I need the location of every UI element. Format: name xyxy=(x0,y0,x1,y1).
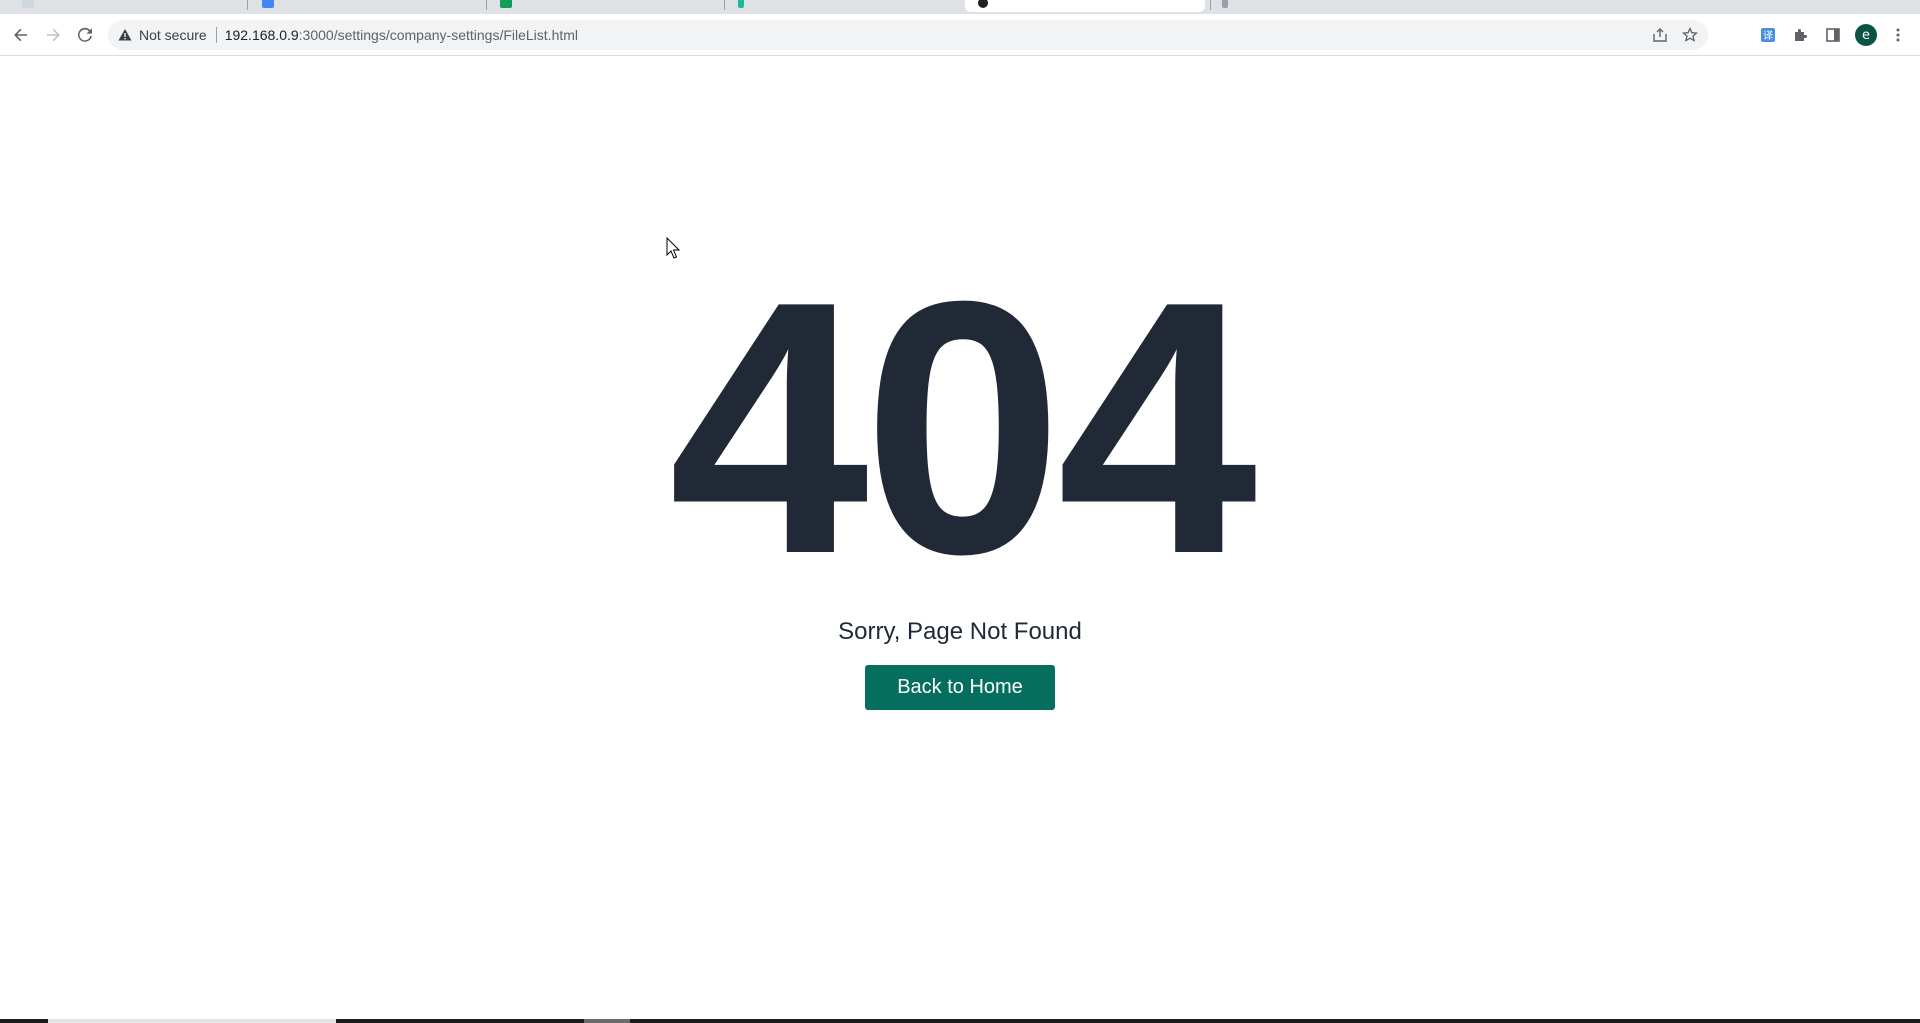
tab-active[interactable] xyxy=(965,0,1205,12)
reload-button[interactable] xyxy=(72,22,98,48)
tab-favicon-sheets xyxy=(500,0,512,8)
url-path: :3000/settings/company-settings/FileList… xyxy=(298,27,579,43)
tab-strip xyxy=(0,0,1920,14)
profile-avatar[interactable]: e xyxy=(1855,24,1877,46)
error-message: Sorry, Page Not Found xyxy=(838,618,1082,645)
tab-favicon-doc xyxy=(22,0,34,8)
url-text[interactable]: 192.168.0.9:3000/settings/company-settin… xyxy=(225,27,578,43)
browser-toolbar: Not secure 192.168.0.9:3000/settings/com… xyxy=(0,14,1920,56)
warning-icon[interactable] xyxy=(118,28,132,42)
security-label[interactable]: Not secure xyxy=(139,27,207,43)
tab-favicon-docs xyxy=(262,0,274,8)
taskbar xyxy=(0,1019,1920,1023)
tab-separator xyxy=(1210,0,1211,10)
tab-separator xyxy=(486,0,487,10)
side-panel-icon[interactable] xyxy=(1822,24,1844,46)
arrow-left-icon xyxy=(14,28,27,42)
kebab-menu-icon[interactable] xyxy=(1887,24,1909,46)
back-button[interactable] xyxy=(8,22,34,48)
mouse-cursor-icon xyxy=(666,237,680,259)
omnibox-actions xyxy=(1650,25,1700,45)
omnibox-divider xyxy=(215,27,217,43)
forward-button[interactable] xyxy=(40,22,66,48)
share-icon[interactable] xyxy=(1650,25,1670,45)
url-host: 192.168.0.9 xyxy=(224,27,299,43)
svg-text:译: 译 xyxy=(1763,30,1773,42)
extensions-puzzle-icon[interactable] xyxy=(1790,24,1812,46)
arrow-right-icon xyxy=(47,28,60,42)
address-bar[interactable]: Not secure 192.168.0.9:3000/settings/com… xyxy=(108,20,1708,50)
reload-icon xyxy=(78,27,92,42)
tab-separator xyxy=(724,0,725,10)
bookmark-star-icon[interactable] xyxy=(1680,25,1700,45)
taskbar-item[interactable] xyxy=(584,1019,630,1023)
tab-separator xyxy=(247,0,248,10)
back-to-home-button[interactable]: Back to Home xyxy=(865,665,1055,710)
taskbar-item[interactable] xyxy=(48,1019,336,1023)
tab-favicon-app xyxy=(738,0,744,8)
extension-translate-icon[interactable]: 译 xyxy=(1757,24,1779,46)
error-code: 404 xyxy=(668,227,1258,629)
new-tab-search-icon[interactable] xyxy=(1222,0,1228,8)
